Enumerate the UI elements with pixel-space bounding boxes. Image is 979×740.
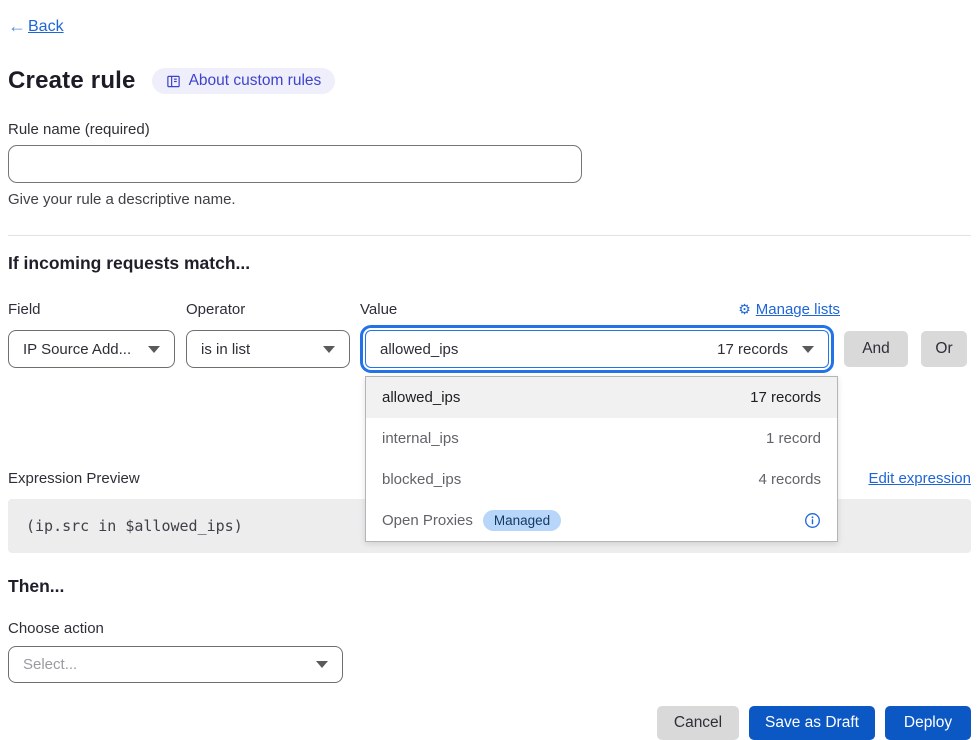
list-option-name: allowed_ips xyxy=(382,389,460,406)
info-icon[interactable] xyxy=(804,512,821,529)
back-arrow-icon: ← xyxy=(8,16,26,37)
value-select-wrapper: allowed_ips 17 records allowed_ips 17 re… xyxy=(362,327,832,371)
manage-lists-label[interactable]: Manage lists xyxy=(756,301,840,318)
value-dropdown-panel: allowed_ips 17 records internal_ips 1 re… xyxy=(365,376,838,542)
cancel-button[interactable]: Cancel xyxy=(657,706,739,740)
gear-icon: ⚙ xyxy=(738,301,751,318)
condition-labels-row: Field Operator Value ⚙ Manage lists xyxy=(8,301,971,318)
or-button[interactable]: Or xyxy=(921,331,967,367)
about-custom-rules-link[interactable]: About custom rules xyxy=(152,68,336,94)
value-select-count: 17 records xyxy=(717,341,788,358)
list-option-count: 1 record xyxy=(766,430,821,447)
save-as-draft-button[interactable]: Save as Draft xyxy=(749,706,875,740)
expression-preview-label: Expression Preview xyxy=(8,470,140,487)
chevron-down-icon xyxy=(316,661,328,668)
list-option-allowed-ips[interactable]: allowed_ips 17 records xyxy=(366,377,837,418)
choose-action-label: Choose action xyxy=(8,620,971,637)
field-select[interactable]: IP Source Add... xyxy=(8,330,175,368)
operator-label: Operator xyxy=(186,301,360,318)
then-section-heading: Then... xyxy=(8,576,971,597)
list-option-internal-ips[interactable]: internal_ips 1 record xyxy=(366,418,837,459)
back-link-label[interactable]: Back xyxy=(28,18,64,36)
list-option-count: 17 records xyxy=(750,389,821,406)
back-link[interactable]: ← Back xyxy=(8,16,971,37)
rule-name-helper-text: Give your rule a descriptive name. xyxy=(8,191,971,208)
list-option-count: 4 records xyxy=(758,471,821,488)
operator-select-value: is in list xyxy=(201,341,250,358)
chevron-down-icon xyxy=(148,346,160,353)
list-option-open-proxies[interactable]: Open Proxies Managed xyxy=(366,500,837,541)
action-select[interactable]: Select... xyxy=(8,646,343,683)
value-label: Value xyxy=(360,301,397,318)
about-custom-rules-label: About custom rules xyxy=(189,72,322,90)
footer-actions: Cancel Save as Draft Deploy xyxy=(8,706,971,740)
deploy-button[interactable]: Deploy xyxy=(885,706,971,740)
match-section-heading: If incoming requests match... xyxy=(8,253,971,274)
field-label: Field xyxy=(8,301,186,318)
list-option-blocked-ips[interactable]: blocked_ips 4 records xyxy=(366,459,837,500)
manage-lists-link[interactable]: ⚙ Manage lists xyxy=(738,301,840,318)
and-button[interactable]: And xyxy=(844,331,908,367)
rule-name-label: Rule name (required) xyxy=(8,121,971,138)
list-option-name: internal_ips xyxy=(382,430,459,447)
field-select-value: IP Source Add... xyxy=(23,341,131,358)
book-icon xyxy=(166,74,181,89)
rule-name-section: Rule name (required) Give your rule a de… xyxy=(8,121,971,208)
condition-row: IP Source Add... is in list allowed_ips … xyxy=(8,327,971,371)
page-title: Create rule xyxy=(8,67,136,95)
page-header: Create rule About custom rules xyxy=(8,67,971,95)
list-option-name: blocked_ips xyxy=(382,471,461,488)
section-divider xyxy=(8,235,971,236)
operator-select[interactable]: is in list xyxy=(186,330,350,368)
list-option-name: Open Proxies xyxy=(382,512,473,529)
value-select[interactable]: allowed_ips 17 records xyxy=(365,330,829,368)
chevron-down-icon xyxy=(802,346,814,353)
expression-code: (ip.src in $allowed_ips) xyxy=(26,517,243,535)
chevron-down-icon xyxy=(323,346,335,353)
edit-expression-link[interactable]: Edit expression xyxy=(868,470,971,487)
rule-name-input[interactable] xyxy=(8,145,582,183)
action-select-placeholder: Select... xyxy=(23,656,77,673)
value-select-name: allowed_ips xyxy=(380,341,458,358)
managed-badge: Managed xyxy=(483,510,561,531)
